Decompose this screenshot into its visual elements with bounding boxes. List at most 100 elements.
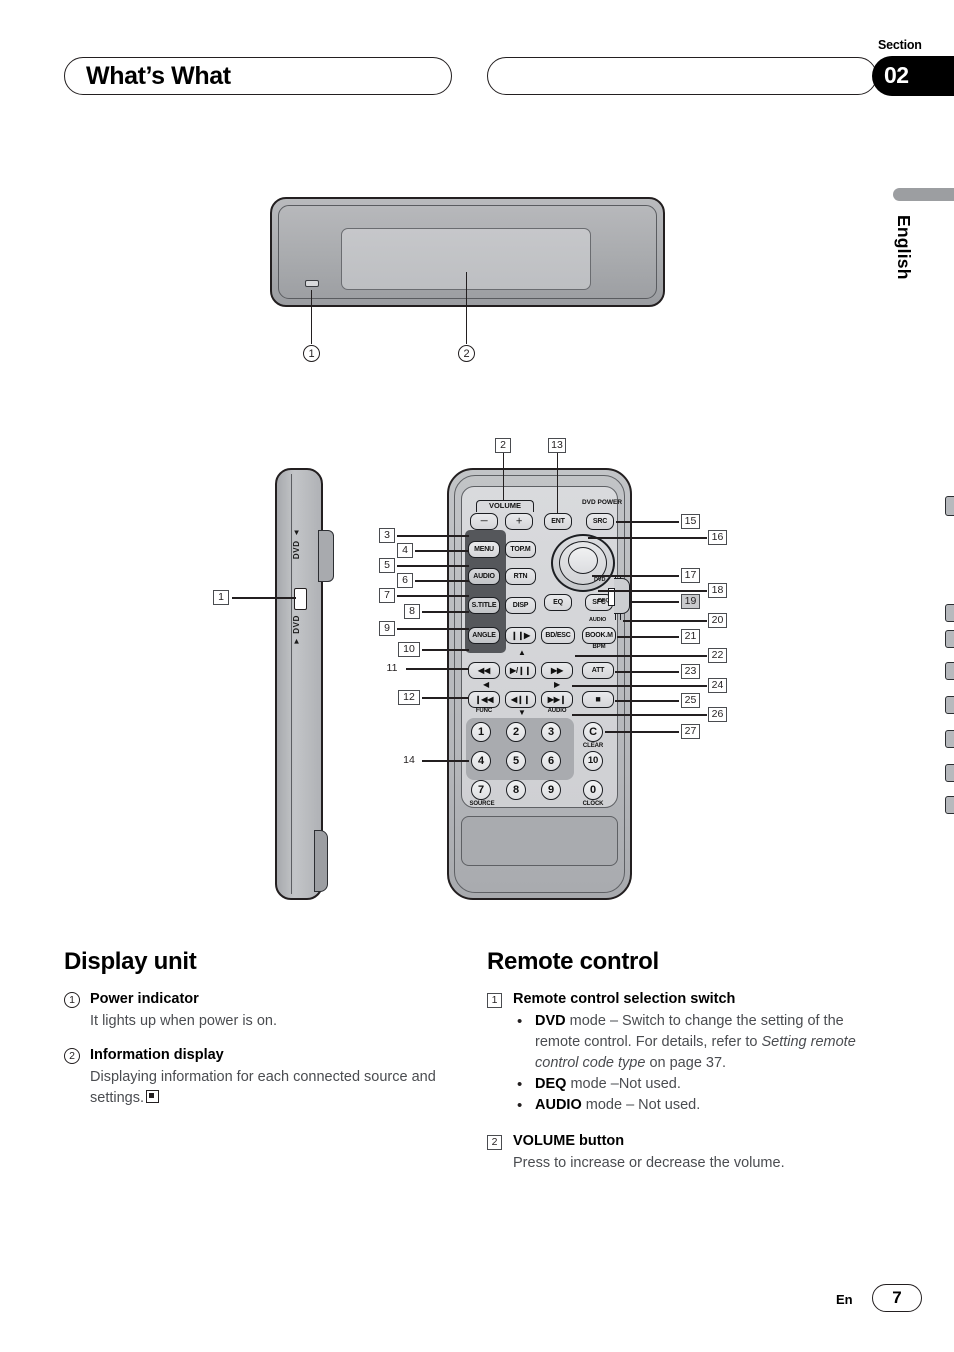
frame-advance-button[interactable]: ❙❙▶ [505,627,536,644]
audio-button[interactable]: AUDIO [468,568,500,585]
remote-control-item-2: 2 VOLUME button Press to increase or dec… [487,1132,887,1174]
keypad-4[interactable]: 4 [471,751,491,771]
remote-side-foot [314,830,328,892]
keypad-10[interactable]: 10 [583,751,603,771]
callout-line-rc-5 [397,565,469,567]
jog-dial-center-button[interactable] [568,547,598,574]
down-direction-arrow-icon: ▼ [518,708,526,717]
book-m-button[interactable]: BOOK.M [582,627,616,644]
item-marker-2: 2 [64,1048,80,1064]
callout-rc-14: 13 [548,438,566,453]
side-button-3 [945,630,954,648]
eq-button[interactable]: EQ [544,594,572,611]
page-header: What’s What Section 02 [0,0,954,130]
callout-rc-6: 6 [397,573,413,588]
mode-label-audio: AUDIO [589,617,607,623]
item-title-selection-switch: Remote control selection switch [513,991,736,1007]
fast-forward-button[interactable]: ▶▶ [541,662,573,679]
callout-rc-27: 27 [681,724,700,739]
callout-line-rc-23 [615,671,679,673]
callout-line-rc-26 [572,714,707,716]
right-direction-arrow-icon: ▶ [554,680,561,689]
side-button-4 [945,662,954,680]
top-menu-button[interactable]: TOP.M [505,541,536,558]
menu-button[interactable]: MENU [468,541,500,558]
power-indicator-led [305,280,319,287]
next-track-button[interactable]: ▶▶❙ [541,691,573,708]
callout-rc-8: 8 [404,604,420,619]
remote-control-item-1: 1 Remote control selection switch DVD mo… [487,990,887,1116]
page-title: What’s What [86,62,231,90]
mode-name-deq: DEQ [535,1076,567,1092]
keypad-7[interactable]: 7 [471,780,491,800]
volume-plus-button[interactable]: ＋ [505,513,533,530]
prev-track-button[interactable]: ❙◀◀ [468,691,500,708]
clear-button[interactable]: C [583,722,603,742]
play-pause-button[interactable]: ▶/❙❙ [505,662,536,679]
stop-button[interactable]: ■ [582,691,614,708]
keypad-3[interactable]: 3 [541,722,561,742]
keypad-1[interactable]: 1 [471,722,491,742]
callout-line-rc-19 [632,601,679,603]
subtitle-button[interactable]: S.TITLE [468,597,500,614]
item-title-volume-button: VOLUME button [513,1133,625,1149]
slow-reverse-button[interactable]: ◀❙❙ [505,691,536,708]
keypad-8[interactable]: 8 [506,780,526,800]
keypad-7-sublabel: SOURCE [469,801,495,807]
callout-line-rc-13 [422,760,469,762]
display-unit-item-1: 1 Power indicator It lights up when powe… [64,990,464,1032]
callout-line-rc-18 [598,590,707,592]
disp-button[interactable]: DISP [505,597,536,614]
side-button-1 [945,496,954,516]
remote-selection-switch[interactable] [294,588,307,610]
volume-minus-button[interactable]: — [470,513,498,530]
language-tab-bar [893,188,954,201]
callout-rc-20: 20 [708,613,727,628]
prev-track-sublabel: FUNC [475,708,493,714]
language-tab-label: English [894,215,914,280]
callout-rc-9: 9 [379,621,395,636]
bd-esc-button[interactable]: BD/ESC [541,627,575,644]
callout-rc-10: 10 [398,642,420,657]
callout-line-rc-15 [616,521,679,523]
item-body-information-display: Displaying information for each connecte… [90,1067,464,1109]
side-button-6 [945,730,954,748]
item-marker-rc-1: 1 [487,993,502,1008]
keypad-6[interactable]: 6 [541,751,561,771]
keypad-0[interactable]: 0 [583,780,603,800]
side-label-dvd-up: DVD ▲ [292,528,301,560]
rewind-button[interactable]: ◀◀ [468,662,500,679]
callout-rc-16: 16 [708,530,727,545]
rtn-button[interactable]: RTN [505,568,536,585]
callout-line-du-2 [466,272,468,344]
callout-line-rc-21 [617,636,679,638]
callout-rc-2: 2 [495,438,511,453]
callout-line-rc-6 [415,580,469,582]
src-button[interactable]: SRC [586,513,614,530]
remote-control-text-column: Remote control 1 Remote control selectio… [487,948,887,1188]
callout-rc-3: 3 [379,528,395,543]
callout-line-rc-7 [397,595,469,597]
callout-rc-17: 17 [681,568,700,583]
section-number: 02 [884,62,909,88]
side-button-2 [945,604,954,622]
keypad-2[interactable]: 2 [506,722,526,742]
callout-rc-22: 22 [708,648,727,663]
footer-page-number: 7 [872,1284,922,1312]
keypad-5[interactable]: 5 [506,751,526,771]
left-direction-arrow-icon: ◀ [483,680,490,689]
att-button[interactable]: ATT [582,662,614,679]
angle-button[interactable]: ANGLE [468,627,500,644]
footer-language-code: En [836,1292,853,1307]
callout-rc-18: 18 [708,583,727,598]
side-label-dvd-down: ▼ DVD [292,615,301,647]
keypad-9[interactable]: 9 [541,780,561,800]
mode-switch-housing[interactable] [614,578,630,614]
mode-label-dvd: DVD [594,577,606,583]
remote-side-jog-dial [318,530,334,582]
ent-button[interactable]: ENT [544,513,572,530]
callout-line-rc-12 [422,697,469,699]
callout-line-rc-17 [592,575,679,577]
item-body-text: Displaying information for each connecte… [90,1069,436,1106]
mode-bullet-audio: AUDIO mode – Not used. [513,1095,887,1116]
